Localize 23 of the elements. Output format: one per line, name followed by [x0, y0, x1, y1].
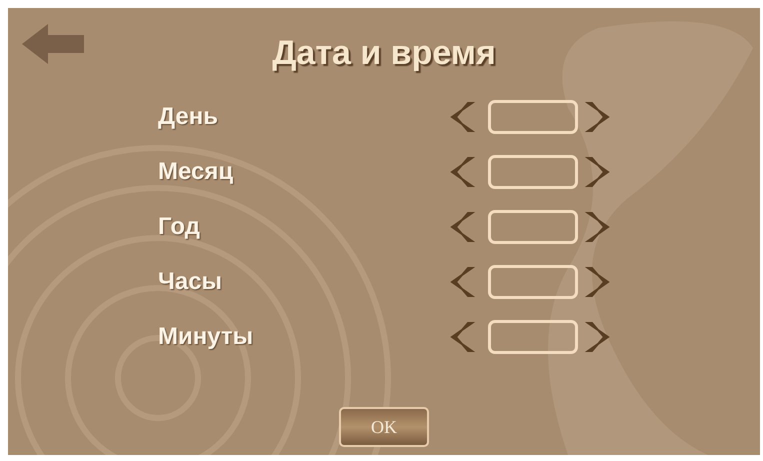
decrease-chevron-icon[interactable]	[448, 211, 476, 243]
decrease-chevron-icon[interactable]	[448, 321, 476, 353]
decrease-chevron-icon[interactable]	[448, 156, 476, 188]
value-field[interactable]	[488, 265, 578, 299]
increase-chevron-icon[interactable]	[584, 266, 612, 298]
increase-chevron-icon[interactable]	[584, 156, 612, 188]
value-field[interactable]	[488, 155, 578, 189]
screen-title: Дата и время	[272, 32, 496, 74]
back-arrow-icon[interactable]	[22, 24, 84, 64]
decrease-chevron-icon[interactable]	[448, 101, 476, 133]
decrease-chevron-icon[interactable]	[448, 266, 476, 298]
value-field[interactable]	[488, 100, 578, 134]
ok-button[interactable]: OK	[339, 407, 429, 447]
increase-chevron-icon[interactable]	[584, 211, 612, 243]
value-field[interactable]	[488, 320, 578, 354]
field-label: Часы	[158, 267, 224, 297]
increase-chevron-icon[interactable]	[584, 321, 612, 353]
field-label: День	[158, 102, 219, 132]
field-label: Год	[158, 212, 201, 242]
increase-chevron-icon[interactable]	[584, 101, 612, 133]
field-label: Минуты	[158, 322, 254, 352]
field-label: Месяц	[158, 157, 234, 187]
value-field[interactable]	[488, 210, 578, 244]
